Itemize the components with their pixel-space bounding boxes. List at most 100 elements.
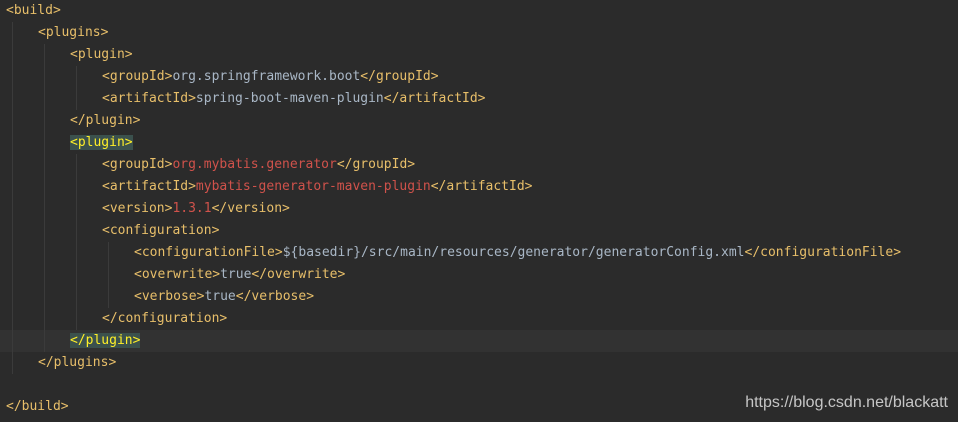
indent-guide [108, 242, 109, 264]
code-content: </plugins> [38, 352, 116, 374]
indent-guide [12, 154, 13, 176]
code-line[interactable]: <groupId>org.mybatis.generator</groupId> [0, 154, 958, 176]
indent-guide [12, 286, 13, 308]
indent-guide [44, 220, 45, 242]
code-line[interactable]: </plugins> [0, 352, 958, 374]
code-line[interactable]: </plugin> [0, 330, 958, 352]
xml-tag: <groupId> [102, 157, 173, 172]
xml-tag: </version> [211, 201, 290, 216]
xml-tag: <plugins> [38, 25, 109, 40]
code-line[interactable]: <plugins> [0, 22, 958, 44]
code-content: <overwrite>true</overwrite> [134, 264, 345, 286]
code-line[interactable]: </plugin> [0, 110, 958, 132]
xml-tag: <verbose> [134, 289, 205, 304]
indent-guide [12, 176, 13, 198]
code-content: </configuration> [102, 308, 227, 330]
xml-tag: </plugins> [38, 355, 117, 370]
code-line[interactable]: <overwrite>true</overwrite> [0, 264, 958, 286]
indent-guide [44, 176, 45, 198]
xml-tag: <build> [6, 3, 61, 18]
xml-tag: <overwrite> [134, 267, 221, 282]
indent-guide [12, 264, 13, 286]
code-content: </plugin> [70, 110, 140, 132]
xml-value: true [220, 267, 252, 282]
indent-guide [76, 286, 77, 308]
indent-guide [12, 330, 13, 352]
indent-guide [12, 220, 13, 242]
xml-tag: <plugin> [70, 47, 133, 62]
code-content: <verbose>true</verbose> [134, 286, 314, 308]
xml-tag: <plugin> [70, 135, 133, 150]
xml-tag: <configuration> [102, 223, 220, 238]
code-content: </build> [6, 396, 69, 418]
xml-value: true [204, 289, 236, 304]
xml-tag: <groupId> [102, 69, 173, 84]
code-content: <version>1.3.1</version> [102, 198, 290, 220]
indent-guide [76, 242, 77, 264]
code-line[interactable]: <build> [0, 0, 958, 22]
code-content: <plugin> [70, 132, 133, 154]
xml-tag: </overwrite> [251, 267, 346, 282]
code-line[interactable]: <plugin> [0, 132, 958, 154]
xml-tag: </artifactId> [383, 91, 486, 106]
xml-tag: <artifactId> [102, 179, 196, 194]
indent-guide [12, 66, 13, 88]
indent-guide [108, 264, 109, 286]
code-content: <build> [6, 0, 61, 22]
xml-tag: </configuration> [102, 311, 228, 326]
xml-tag: <configurationFile> [134, 245, 283, 260]
indent-guide [44, 66, 45, 88]
code-content: <groupId>org.springframework.boot</group… [102, 66, 439, 88]
code-content: <plugin> [70, 44, 133, 66]
code-line[interactable]: <artifactId>spring-boot-maven-plugin</ar… [0, 88, 958, 110]
code-content: <artifactId>spring-boot-maven-plugin</ar… [102, 88, 486, 110]
indent-guide [76, 88, 77, 110]
indent-guide [76, 176, 77, 198]
indent-guide [44, 132, 45, 154]
code-line[interactable]: <plugin> [0, 44, 958, 66]
xml-value: 1.3.1 [172, 201, 212, 216]
indent-guide [76, 308, 77, 330]
indent-guide [12, 352, 13, 374]
xml-tag: </verbose> [235, 289, 315, 304]
code-editor[interactable]: <build> <plugins> <plugin> <groupId>org.spr… [0, 0, 958, 422]
indent-guide [12, 22, 13, 44]
indent-guide [76, 66, 77, 88]
indent-guide [44, 110, 45, 132]
code-line[interactable]: <groupId>org.springframework.boot</group… [0, 66, 958, 88]
code-line[interactable]: <configurationFile>${basedir}/src/main/r… [0, 242, 958, 264]
indent-guide [44, 264, 45, 286]
indent-guide [108, 286, 109, 308]
watermark: https://blog.csdn.net/blackatt [745, 394, 948, 411]
xml-tag: <version> [102, 201, 173, 216]
code-content: <configuration> [102, 220, 219, 242]
code-line[interactable]: <verbose>true</verbose> [0, 286, 958, 308]
code-content: <artifactId>mybatis-generator-maven-plug… [102, 176, 532, 198]
code-line[interactable]: <artifactId>mybatis-generator-maven-plug… [0, 176, 958, 198]
code-content: <groupId>org.mybatis.generator</groupId> [102, 154, 415, 176]
indent-guide [76, 154, 77, 176]
indent-guide [44, 286, 45, 308]
xml-value: ${basedir}/src/main/resources/generator/… [282, 245, 745, 260]
indent-guide [44, 198, 45, 220]
xml-value: org.springframework.boot [172, 69, 361, 84]
code-line[interactable]: <configuration> [0, 220, 958, 242]
indent-guide [12, 110, 13, 132]
code-line[interactable]: </configuration> [0, 308, 958, 330]
xml-tag: </configurationFile> [744, 245, 902, 260]
code-content: <plugins> [38, 22, 108, 44]
xml-value: mybatis-generator-maven-plugin [195, 179, 431, 194]
xml-value: org.mybatis.generator [172, 157, 337, 172]
xml-tag: </plugin> [70, 113, 141, 128]
indent-guide [12, 88, 13, 110]
code-line[interactable]: <version>1.3.1</version> [0, 198, 958, 220]
indent-guide [76, 198, 77, 220]
indent-guide [44, 154, 45, 176]
xml-tag: </build> [6, 399, 69, 414]
indent-guide [44, 330, 45, 352]
xml-tag: </groupId> [336, 157, 416, 172]
xml-tag: <artifactId> [102, 91, 196, 106]
indent-guide [12, 44, 13, 66]
xml-tag: </artifactId> [430, 179, 533, 194]
indent-guide [76, 220, 77, 242]
